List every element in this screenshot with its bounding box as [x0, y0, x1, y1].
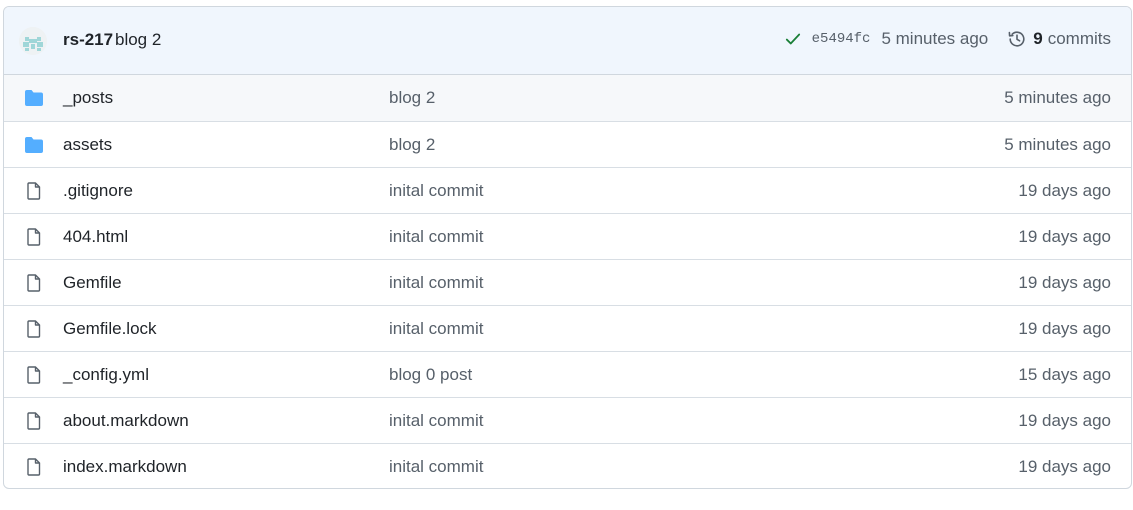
check-icon[interactable] — [784, 30, 802, 48]
file-commit-message-link[interactable]: blog 2 — [389, 88, 435, 108]
commit-time: 5 minutes ago — [881, 29, 989, 48]
file-icon — [24, 458, 44, 476]
list-item[interactable]: Gemfile.lock inital commit 19 days ago — [4, 305, 1131, 351]
history-icon — [1007, 29, 1027, 49]
identicon-icon — [19, 27, 47, 55]
file-commit-message-link[interactable]: inital commit — [389, 319, 483, 339]
file-name-link[interactable]: about.markdown — [63, 411, 189, 431]
file-icon — [24, 320, 44, 338]
commits-label: commits — [1047, 29, 1111, 48]
commit-count: 9 — [1033, 29, 1043, 48]
file-name-link[interactable]: assets — [63, 135, 112, 155]
list-item[interactable]: _posts blog 2 5 minutes ago — [4, 75, 1131, 121]
file-age: 15 days ago — [1018, 365, 1111, 384]
file-icon — [24, 366, 44, 384]
list-item[interactable]: 404.html inital commit 19 days ago — [4, 213, 1131, 259]
file-name-link[interactable]: _posts — [63, 88, 113, 108]
list-item[interactable]: .gitignore inital commit 19 days ago — [4, 167, 1131, 213]
latest-commit-bar: rs-217 blog 2 e5494fc 5 minutes ago 9 co… — [4, 7, 1131, 75]
file-age: 19 days ago — [1018, 273, 1111, 292]
commit-meta: e5494fc 5 minutes ago 9 commits — [784, 29, 1111, 49]
file-icon — [24, 228, 44, 246]
file-name-link[interactable]: .gitignore — [63, 181, 133, 201]
folder-icon — [24, 89, 44, 107]
folder-icon — [24, 136, 44, 154]
file-age: 19 days ago — [1018, 411, 1111, 430]
file-name-link[interactable]: 404.html — [63, 227, 128, 247]
file-name-link[interactable]: _config.yml — [63, 365, 149, 385]
file-icon — [24, 182, 44, 200]
file-commit-message-link[interactable]: inital commit — [389, 227, 483, 247]
list-item[interactable]: index.markdown inital commit 19 days ago — [4, 443, 1131, 488]
file-age: 19 days ago — [1018, 227, 1111, 246]
list-item[interactable]: about.markdown inital commit 19 days ago — [4, 397, 1131, 443]
list-item[interactable]: _config.yml blog 0 post 15 days ago — [4, 351, 1131, 397]
avatar[interactable] — [19, 27, 47, 55]
file-name-link[interactable]: index.markdown — [63, 457, 187, 477]
list-item[interactable]: assets blog 2 5 minutes ago — [4, 121, 1131, 167]
list-item[interactable]: Gemfile inital commit 19 days ago — [4, 259, 1131, 305]
file-icon — [24, 412, 44, 430]
file-name-link[interactable]: Gemfile — [63, 273, 122, 293]
file-commit-message-link[interactable]: inital commit — [389, 273, 483, 293]
file-age: 19 days ago — [1018, 319, 1111, 338]
file-age: 5 minutes ago — [1004, 135, 1111, 154]
file-commit-message-link[interactable]: inital commit — [389, 457, 483, 477]
file-age: 19 days ago — [1018, 457, 1111, 476]
file-commit-message-link[interactable]: blog 2 — [389, 135, 435, 155]
file-commit-message-link[interactable]: inital commit — [389, 181, 483, 201]
commit-history-link[interactable]: 9 commits — [1007, 29, 1111, 49]
file-commit-message-link[interactable]: blog 0 post — [389, 365, 472, 385]
file-icon — [24, 274, 44, 292]
commit-sha-link[interactable]: e5494fc — [812, 31, 871, 47]
file-name-link[interactable]: Gemfile.lock — [63, 319, 157, 339]
file-age: 19 days ago — [1018, 181, 1111, 200]
commit-message-link[interactable]: blog 2 — [115, 30, 161, 50]
file-browser: rs-217 blog 2 e5494fc 5 minutes ago 9 co… — [3, 6, 1132, 489]
file-commit-message-link[interactable]: inital commit — [389, 411, 483, 431]
file-age: 5 minutes ago — [1004, 88, 1111, 107]
file-list: _posts blog 2 5 minutes ago assets blog … — [4, 75, 1131, 488]
commit-author-link[interactable]: rs-217 — [63, 30, 113, 50]
